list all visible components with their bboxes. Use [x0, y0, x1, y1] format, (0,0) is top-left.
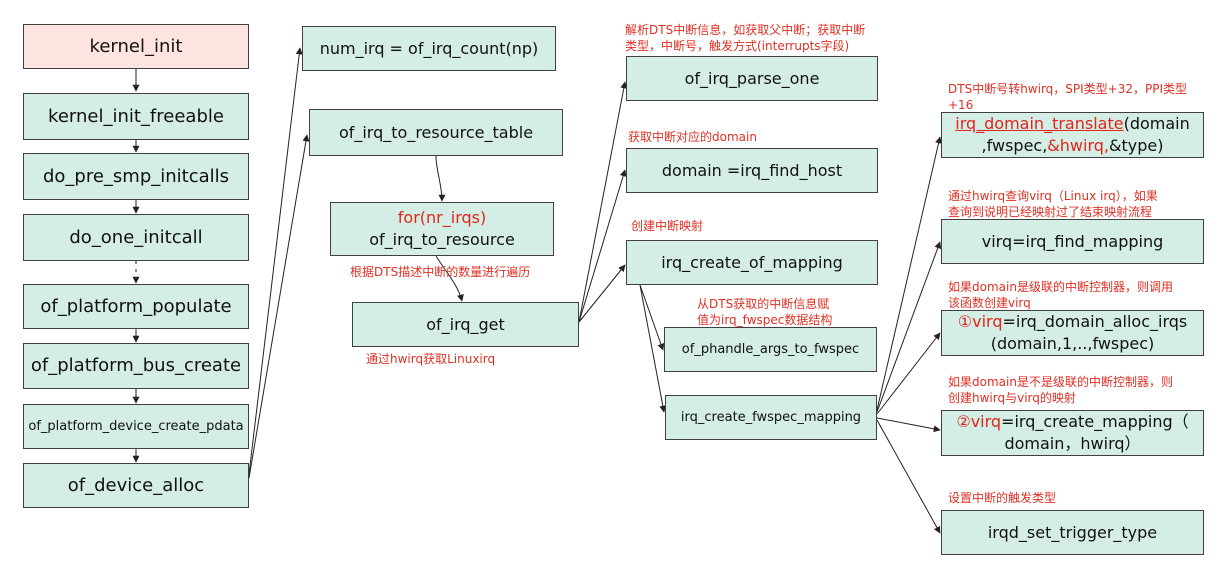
- box-of-irq-to-resource-table-label: of_irq_to_resource_table: [338, 122, 534, 142]
- note-fwspec: 从DTS获取的中断信息赋 值为irq_fwspec数据结构: [697, 296, 832, 328]
- note-not-cascaded: 如果domain是不是级联的中断控制器，则 创建hwirq与virq的映射: [948, 374, 1173, 406]
- box-irq-create-of-mapping: irq_create_of_mapping: [626, 240, 878, 285]
- box-num-irq-label: num_irq = of_irq_count(np): [319, 38, 539, 58]
- box-of-phandle-args-to-fwspec-label: of_phandle_args_to_fwspec: [681, 341, 860, 357]
- translate-line-1: irq_domain_translate(domain: [955, 113, 1190, 135]
- alloc-rest-label: =irq_domain_alloc_irqs: [1002, 312, 1188, 331]
- box-of-device-alloc-label: of_device_alloc: [67, 474, 205, 496]
- arrow-fwspec-to-alloc-irqs: [876, 332, 941, 415]
- box-of-platform-device-create-pdata: of_platform_device_create_pdata: [23, 404, 249, 449]
- box-do-pre-smp-initcalls: do_pre_smp_initcalls: [23, 153, 249, 200]
- note-fwspec-line-2: 值为irq_fwspec数据结构: [697, 313, 833, 327]
- note-not-cascaded-line-1: 如果domain是不是级联的中断控制器，则: [948, 375, 1173, 389]
- translate-func-label: irq_domain_translate: [955, 114, 1124, 133]
- alloc-num-label: ①virq: [957, 312, 1003, 331]
- box-irq-create-mapping: ②virq=irq_create_mapping（ domain，hwirq）: [941, 410, 1204, 456]
- box-irq-find-mapping: virq=irq_find_mapping: [941, 219, 1204, 264]
- arrow-get-to-parse-one: [578, 81, 628, 323]
- translate-arg1-label: (domain: [1123, 114, 1190, 133]
- note-not-cascaded-line-2: 创建hwirq与virq的映射: [948, 391, 1076, 405]
- note-hwirq-convert-line-2: +16: [948, 98, 974, 112]
- box-irq-domain-alloc-irqs: ①virq=irq_domain_alloc_irqs (domain,1,..…: [941, 310, 1204, 356]
- arrow-get-to-create-of-mapping: [578, 264, 626, 323]
- note-parse-dts: 解析DTS中断信息，如获取父中断；获取中断 类型，中断号，触发方式(interr…: [625, 22, 865, 54]
- translate-arg2-label: ,fwspec,: [981, 136, 1048, 155]
- note-hwirq-convert: DTS中断号转hwirq，SPI类型+32，PPI类型 +16: [948, 81, 1187, 113]
- box-irq-create-fwspec-mapping-label: irq_create_fwspec_mapping: [680, 409, 862, 425]
- create-line-1: ②virq=irq_create_mapping（: [956, 411, 1188, 433]
- note-query-virq-line-1: 通过hwirq查询virq（Linux irq），如果: [948, 189, 1158, 203]
- box-for-nr-irqs-label: for(nr_irqs): [397, 208, 487, 227]
- create-args-label: domain，hwirq）: [1004, 434, 1141, 453]
- translate-arg4-label: &type): [1108, 136, 1164, 155]
- box-of-device-alloc: of_device_alloc: [23, 463, 249, 508]
- box-irq-find-host: domain =irq_find_host: [626, 148, 878, 193]
- box-of-phandle-args-to-fwspec: of_phandle_args_to_fwspec: [664, 327, 877, 372]
- note-parse-dts-line-2: 类型，中断号，触发方式(interrupts字段): [625, 39, 850, 53]
- box-do-one-initcall: do_one_initcall: [23, 214, 249, 261]
- box-irq-find-host-label: domain =irq_find_host: [661, 160, 843, 180]
- box-of-irq-parse-one: of_irq_parse_one: [626, 56, 878, 101]
- alloc-args-label: (domain,1,..,fwspec): [990, 334, 1155, 353]
- arrow-get-to-find-host: [578, 169, 627, 323]
- box-of-irq-to-resource: for(nr_irqs) of_irq_to_resource: [330, 202, 554, 256]
- note-hwirq-convert-line-1: DTS中断号转hwirq，SPI类型+32，PPI类型: [948, 82, 1188, 96]
- box-irq-find-mapping-label: virq=irq_find_mapping: [981, 231, 1164, 251]
- box-num-irq: num_irq = of_irq_count(np): [302, 26, 556, 71]
- box-of-irq-get: of_irq_get: [352, 302, 579, 347]
- note-query-virq-line-2: 查询到说明已经映射过了结束映射流程: [948, 205, 1153, 219]
- box-of-irq-to-resource-label: of_irq_to_resource: [369, 230, 515, 249]
- box-of-platform-populate-label: of_platform_populate: [40, 295, 232, 317]
- arrow-mapping-to-fwspec-mapping: [639, 284, 667, 413]
- arrow-fwspec-to-create-mapping: [876, 417, 941, 433]
- note-create-mapping: 创建中断映射: [631, 219, 704, 233]
- note-hwirq-linux: 通过hwirq获取Linuxirq: [366, 352, 496, 366]
- box-of-platform-populate: of_platform_populate: [23, 284, 249, 329]
- note-parse-dts-line-1: 解析DTS中断信息，如获取父中断；获取中断: [625, 23, 866, 37]
- note-query-virq: 通过hwirq查询virq（Linux irq），如果 查询到说明已经映射过了结…: [948, 188, 1158, 220]
- box-irq-create-of-mapping-label: irq_create_of_mapping: [661, 252, 843, 272]
- box-do-pre-smp-initcalls-label: do_pre_smp_initcalls: [42, 165, 230, 187]
- arrow-fwspec-to-trigger-type: [876, 419, 941, 534]
- box-of-platform-device-create-pdata-label: of_platform_device_create_pdata: [28, 418, 244, 434]
- create-num-label: ②virq: [956, 412, 1002, 431]
- box-kernel-init: kernel_init: [23, 24, 249, 69]
- note-cascaded-line-1: 如果domain是级联的中断控制器，则调用: [948, 280, 1173, 294]
- arrow-alloc-to-num-irq: [248, 47, 303, 475]
- box-kernel-init-freeable: kernel_init_freeable: [23, 93, 249, 140]
- create-rest-label: =irq_create_mapping（: [1001, 412, 1189, 431]
- arrow-fwspec-to-translate: [876, 136, 942, 411]
- alloc-line-1: ①virq=irq_domain_alloc_irqs: [958, 311, 1187, 333]
- box-of-irq-to-resource-table: of_irq_to_resource_table: [309, 109, 563, 156]
- arrow-fwspec-to-find-mapping: [876, 241, 942, 413]
- box-do-one-initcall-label: do_one_initcall: [69, 226, 203, 248]
- box-irq-domain-translate: irq_domain_translate(domain ,fwspec,&hwi…: [941, 112, 1204, 158]
- box-irqd-set-trigger-type-label: irqd_set_trigger_type: [987, 522, 1158, 542]
- arrow-alloc-to-resource-table: [248, 134, 310, 479]
- arrow-mapping-to-phandle: [639, 284, 665, 351]
- note-cascaded: 如果domain是级联的中断控制器，则调用 该函数创建virq: [948, 279, 1173, 311]
- box-of-platform-bus-create: of_platform_bus_create: [23, 343, 249, 389]
- note-fwspec-line-1: 从DTS获取的中断信息赋: [697, 297, 830, 311]
- arrow-table-to-for: [435, 155, 446, 202]
- translate-arg3-label: &hwirq,: [1047, 136, 1109, 155]
- note-cascaded-line-2: 该函数创建virq: [948, 296, 1031, 310]
- note-iterate-dts: 根据DTS描述中断的数量进行遍历: [350, 265, 531, 279]
- box-irq-create-fwspec-mapping: irq_create_fwspec_mapping: [665, 395, 877, 440]
- box-kernel-init-label: kernel_init: [89, 35, 183, 57]
- box-of-irq-get-label: of_irq_get: [426, 314, 505, 334]
- box-irqd-set-trigger-type: irqd_set_trigger_type: [941, 510, 1204, 555]
- translate-line-2: ,fwspec,&hwirq,&type): [982, 135, 1164, 157]
- box-of-irq-parse-one-label: of_irq_parse_one: [684, 68, 820, 88]
- note-get-domain: 获取中断对应的domain: [628, 130, 757, 144]
- box-of-platform-bus-create-label: of_platform_bus_create: [30, 355, 242, 376]
- note-set-trigger: 设置中断的触发类型: [948, 491, 1057, 505]
- box-kernel-init-freeable-label: kernel_init_freeable: [48, 105, 224, 127]
